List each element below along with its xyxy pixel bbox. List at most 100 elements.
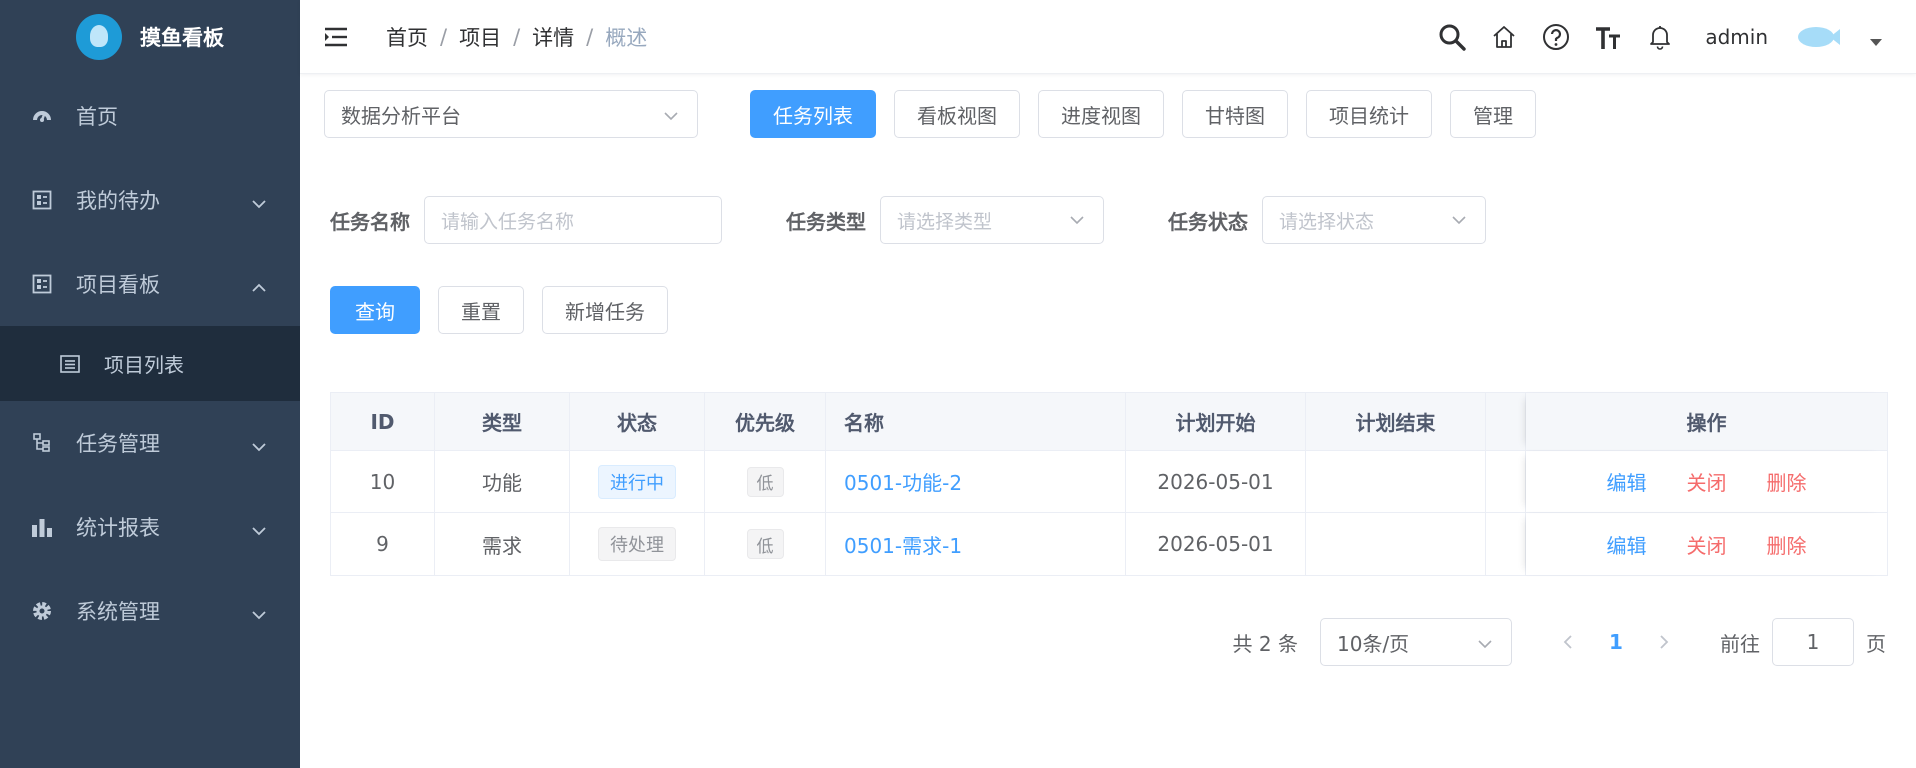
pagination: 共 2 条 10条/页 1 前往 1 页 bbox=[1233, 618, 1886, 666]
status-badge: 待处理 bbox=[598, 527, 676, 561]
chevron-down-icon bbox=[1069, 211, 1085, 233]
page-size-value: 10条/页 bbox=[1337, 631, 1410, 656]
page-suffix: 页 bbox=[1866, 631, 1886, 656]
task-type-placeholder: 请选择类型 bbox=[897, 210, 993, 233]
goto-page-value: 1 bbox=[1806, 630, 1820, 654]
table-header-row: ID 类型 状态 优先级 名称 计划开始 计划结束 操作 bbox=[331, 393, 1887, 451]
navbar: 首页 / 项目 / 详情 / 概述 admin bbox=[300, 0, 1916, 74]
breadcrumb-separator: / bbox=[513, 24, 521, 49]
query-button[interactable]: 查询 bbox=[330, 286, 420, 334]
task-name-placeholder: 请输入任务名称 bbox=[441, 210, 575, 233]
task-name-link[interactable]: 0501-需求-1 bbox=[844, 530, 962, 559]
add-task-button[interactable]: 新增任务 bbox=[542, 286, 668, 334]
tab-project-stats[interactable]: 项目统计 bbox=[1306, 90, 1432, 138]
main-area: 首页 / 项目 / 详情 / 概述 admin 数据分析平台 任务列表 看板视图… bbox=[300, 0, 1916, 768]
tab-progress-view[interactable]: 进度视图 bbox=[1038, 90, 1164, 138]
breadcrumb-home[interactable]: 首页 bbox=[386, 22, 428, 52]
sidebar-item-label: 项目列表 bbox=[104, 353, 184, 377]
cell-plan-end bbox=[1306, 513, 1486, 575]
filter-form: 任务名称 请输入任务名称 任务类型 请选择类型 任务状态 请选择状态 bbox=[330, 196, 1486, 244]
edit-button[interactable]: 编辑 bbox=[1607, 467, 1647, 496]
sidebar-item-label: 统计报表 bbox=[76, 516, 160, 540]
task-status-label: 任务状态 bbox=[1168, 209, 1248, 234]
font-size-icon[interactable] bbox=[1593, 22, 1623, 52]
view-tabs: 任务列表 看板视图 进度视图 甘特图 项目统计 管理 bbox=[750, 90, 1536, 138]
edit-button[interactable]: 编辑 bbox=[1607, 530, 1647, 559]
hamburger-icon[interactable] bbox=[324, 24, 350, 50]
breadcrumb-current: 概述 bbox=[605, 25, 648, 50]
header-plan-start: 计划开始 bbox=[1126, 393, 1306, 450]
avatar[interactable] bbox=[1798, 25, 1840, 49]
close-button[interactable]: 关闭 bbox=[1687, 530, 1727, 559]
cell-name: 0501-功能-2 bbox=[826, 451, 1126, 512]
tab-manage[interactable]: 管理 bbox=[1450, 90, 1536, 138]
sidebar-item-home[interactable]: 首页 bbox=[0, 74, 300, 158]
sidebar-item-project-list[interactable]: 项目列表 bbox=[0, 326, 300, 401]
header-spacer bbox=[1486, 393, 1526, 450]
logo-area[interactable]: 摸鱼看板 bbox=[0, 0, 300, 74]
chevron-down-icon bbox=[252, 190, 266, 214]
next-page-icon[interactable] bbox=[1644, 622, 1684, 662]
sidebar-item-reports[interactable]: 统计报表 bbox=[0, 485, 300, 569]
bell-icon[interactable] bbox=[1645, 22, 1675, 52]
header-type: 类型 bbox=[435, 393, 570, 450]
goto-page-input[interactable]: 1 bbox=[1772, 618, 1854, 666]
delete-button[interactable]: 删除 bbox=[1767, 467, 1807, 496]
sidebar-item-label: 首页 bbox=[76, 105, 118, 129]
sidebar-item-project-board[interactable]: 项目看板 bbox=[0, 242, 300, 326]
cell-priority: 低 bbox=[705, 451, 826, 512]
close-button[interactable]: 关闭 bbox=[1687, 467, 1727, 496]
submenu-project-board: 项目列表 bbox=[0, 326, 300, 401]
header-priority: 优先级 bbox=[705, 393, 826, 450]
task-status-select[interactable]: 请选择状态 bbox=[1262, 196, 1486, 244]
status-badge: 进行中 bbox=[598, 464, 676, 499]
cell-name: 0501-需求-1 bbox=[826, 513, 1126, 575]
cell-ops: 编辑 关闭 删除 bbox=[1526, 451, 1887, 512]
sidebar-item-task-management[interactable]: 任务管理 bbox=[0, 401, 300, 485]
cell-type: 功能 bbox=[435, 451, 570, 512]
task-type-label: 任务类型 bbox=[786, 209, 866, 234]
help-icon[interactable] bbox=[1541, 22, 1571, 52]
list-icon bbox=[58, 352, 82, 376]
tab-task-list[interactable]: 任务列表 bbox=[750, 90, 876, 138]
cell-priority: 低 bbox=[705, 513, 826, 575]
sidebar-item-label: 我的待办 bbox=[76, 189, 160, 213]
cell-status: 进行中 bbox=[570, 451, 705, 512]
sidebar-item-system[interactable]: 系统管理 bbox=[0, 569, 300, 653]
project-select[interactable]: 数据分析平台 bbox=[324, 90, 698, 138]
cell-spacer bbox=[1486, 451, 1526, 512]
home-icon[interactable] bbox=[1489, 22, 1519, 52]
task-table: ID 类型 状态 优先级 名称 计划开始 计划结束 操作 10 功能 进行中 低 bbox=[330, 392, 1888, 576]
fish-avatar-icon bbox=[1798, 27, 1834, 47]
cell-plan-end bbox=[1306, 451, 1486, 512]
priority-badge: 低 bbox=[746, 466, 784, 497]
search-icon[interactable] bbox=[1437, 22, 1467, 52]
cell-plan-start: 2026-05-01 bbox=[1126, 451, 1306, 512]
priority-badge: 低 bbox=[746, 529, 784, 559]
delete-button[interactable]: 删除 bbox=[1767, 530, 1807, 559]
username[interactable]: admin bbox=[1705, 25, 1768, 49]
pagination-total: 共 2 条 bbox=[1232, 631, 1298, 656]
table-row: 9 需求 待处理 低 0501-需求-1 2026-05-01 编辑 关闭 删除 bbox=[331, 513, 1887, 575]
breadcrumb-project[interactable]: 项目 bbox=[459, 22, 501, 52]
reset-button[interactable]: 重置 bbox=[438, 286, 524, 334]
task-name-input[interactable]: 请输入任务名称 bbox=[424, 196, 722, 244]
breadcrumb-separator: / bbox=[440, 24, 448, 49]
breadcrumb-detail[interactable]: 详情 bbox=[532, 22, 574, 52]
page-size-select[interactable]: 10条/页 bbox=[1320, 618, 1512, 666]
task-type-select[interactable]: 请选择类型 bbox=[880, 196, 1104, 244]
tab-gantt[interactable]: 甘特图 bbox=[1182, 90, 1288, 138]
tab-board-view[interactable]: 看板视图 bbox=[894, 90, 1020, 138]
prev-page-icon[interactable] bbox=[1548, 622, 1588, 662]
chevron-down-icon bbox=[663, 105, 679, 129]
task-name-link[interactable]: 0501-功能-2 bbox=[844, 467, 962, 496]
table-row: 10 功能 进行中 低 0501-功能-2 2026-05-01 编辑 关闭 删… bbox=[331, 451, 1887, 513]
user-menu-caret-icon[interactable] bbox=[1870, 38, 1882, 46]
page-number-current[interactable]: 1 bbox=[1596, 622, 1636, 662]
gear-icon bbox=[30, 599, 54, 623]
chevron-down-icon bbox=[252, 433, 266, 457]
content: 数据分析平台 任务列表 看板视图 进度视图 甘特图 项目统计 管理 任务名称 请… bbox=[300, 74, 1916, 768]
sidebar-item-label: 系统管理 bbox=[76, 600, 160, 624]
fish-tail-icon bbox=[1830, 29, 1840, 45]
sidebar-item-todo[interactable]: 我的待办 bbox=[0, 158, 300, 242]
